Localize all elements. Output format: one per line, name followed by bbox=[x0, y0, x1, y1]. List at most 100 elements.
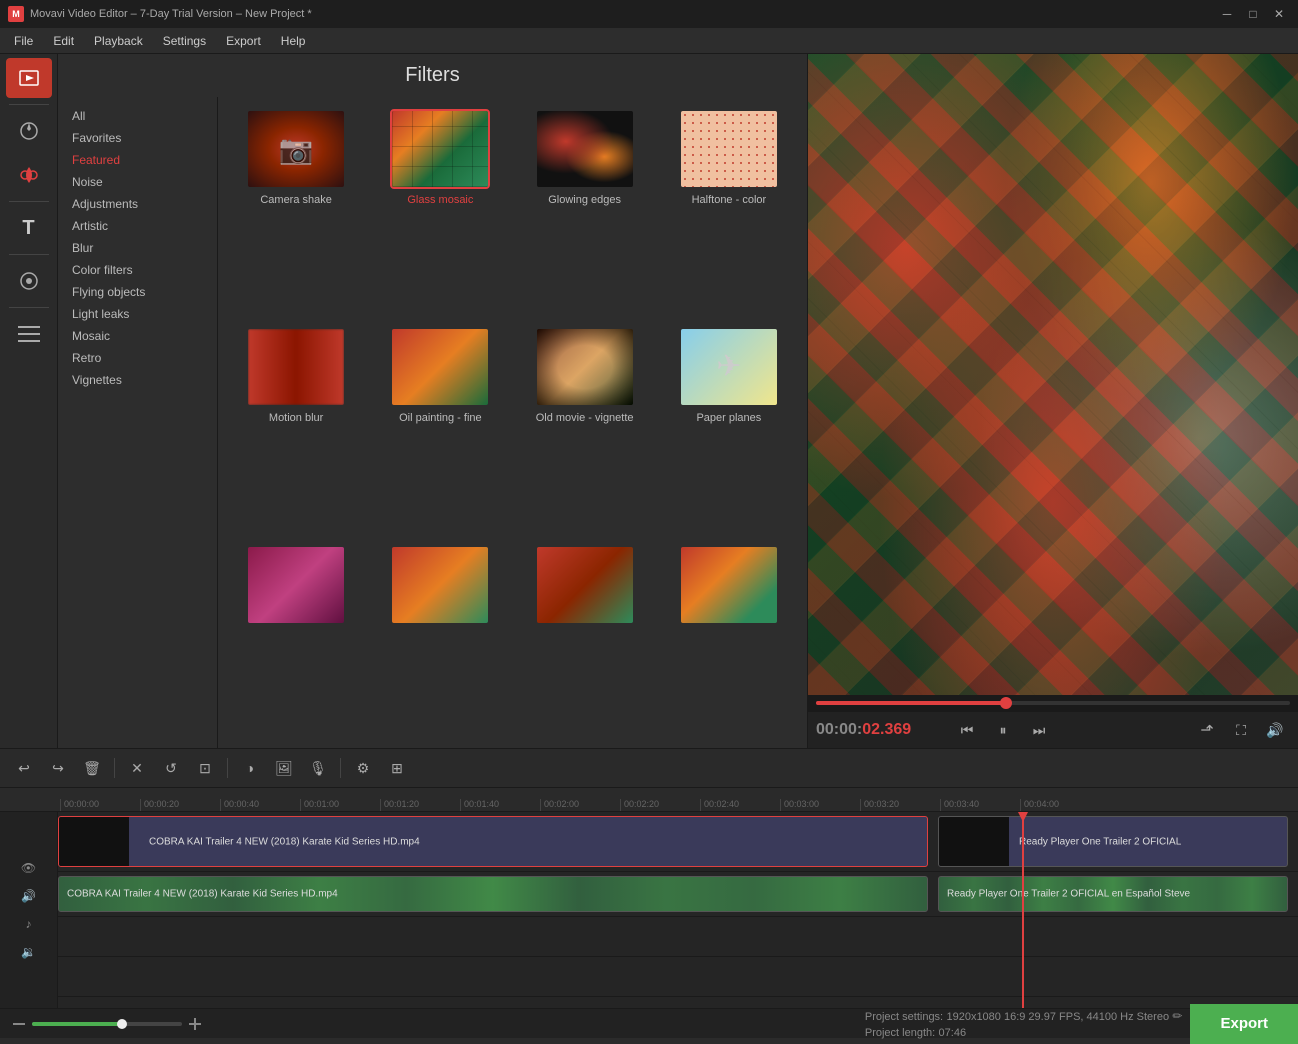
category-adjustments[interactable]: Adjustments bbox=[58, 193, 217, 215]
video-clip-1[interactable]: COBRA KAI Trailer 4 NEW (2018) Karate Ki… bbox=[58, 816, 928, 867]
tool-effects[interactable] bbox=[6, 111, 52, 151]
project-settings-value: 1920x1080 16:9 29.97 FPS, 44100 Hz Stere… bbox=[946, 1011, 1169, 1023]
filter-camera-shake[interactable]: 📷 Camera shake bbox=[226, 105, 366, 319]
settings-button[interactable]: ⚙ bbox=[347, 753, 379, 783]
filter-row3-4[interactable] bbox=[659, 541, 799, 740]
menu-help[interactable]: Help bbox=[271, 31, 316, 51]
close-button[interactable]: ✕ bbox=[1268, 3, 1290, 25]
undo-button[interactable]: ↩ bbox=[8, 753, 40, 783]
project-length-label: Project length: bbox=[865, 1027, 935, 1039]
scale-thumb[interactable] bbox=[117, 1019, 127, 1029]
video-clip-2-label: Ready Player One Trailer 2 OFICIAL bbox=[1019, 836, 1181, 847]
timeline-audio-button[interactable]: 🔊 bbox=[17, 886, 41, 906]
skip-back-button[interactable]: ⏮ bbox=[952, 716, 982, 744]
tool-transitions[interactable] bbox=[6, 261, 52, 301]
redo-button[interactable]: ↪ bbox=[42, 753, 74, 783]
category-featured[interactable]: Featured bbox=[58, 149, 217, 171]
audio-clip-2[interactable]: Ready Player One Trailer 2 OFICIAL en Es… bbox=[938, 876, 1288, 912]
delete-button[interactable]: 🗑 bbox=[76, 753, 108, 783]
settings-edit-icon[interactable]: ✏ bbox=[1172, 1009, 1182, 1023]
timeline-vol-button[interactable]: 🔉 bbox=[17, 942, 41, 962]
pause-button[interactable]: ⏸ bbox=[988, 716, 1018, 744]
progress-bar-track[interactable] bbox=[816, 701, 1290, 705]
export-video-button[interactable]: ⬏ bbox=[1192, 716, 1222, 744]
menu-edit[interactable]: Edit bbox=[43, 31, 84, 51]
cut-button[interactable]: ✕ bbox=[121, 753, 153, 783]
audio-clip-2-label: Ready Player One Trailer 2 OFICIAL en Es… bbox=[947, 889, 1190, 900]
filter-row3-2[interactable] bbox=[370, 541, 510, 740]
fullscreen-button[interactable]: ⛶ bbox=[1226, 716, 1256, 744]
project-length-row: Project length: 07:46 bbox=[865, 1025, 1183, 1039]
preview-panel: 00:00:02.369 ⏮ ⏸ ⏭ ⬏ ⛶ 🔊 bbox=[808, 54, 1298, 748]
tool-media[interactable] bbox=[6, 58, 52, 98]
scale-controls bbox=[12, 1017, 202, 1031]
export-button[interactable]: Export bbox=[1190, 1004, 1298, 1044]
maximize-button[interactable]: □ bbox=[1242, 3, 1264, 25]
category-color-filters[interactable]: Color filters bbox=[58, 259, 217, 281]
progress-handle[interactable] bbox=[1000, 697, 1012, 709]
project-settings-label: Project settings: bbox=[865, 1011, 943, 1023]
time-ms: 02.369 bbox=[862, 721, 911, 738]
tool-text[interactable]: T bbox=[6, 208, 52, 248]
timeline-music-button[interactable]: ♪ bbox=[17, 914, 41, 934]
timeline: 00:00:00 00:00:20 00:00:40 00:01:00 00:0… bbox=[0, 788, 1298, 1008]
category-vignettes[interactable]: Vignettes bbox=[58, 369, 217, 391]
category-all[interactable]: All bbox=[58, 105, 217, 127]
audio-clip-1[interactable]: COBRA KAI Trailer 4 NEW (2018) Karate Ki… bbox=[58, 876, 928, 912]
color-button[interactable]: ◑ bbox=[234, 753, 266, 783]
volume-button[interactable]: 🔊 bbox=[1260, 716, 1290, 744]
filter-motion-blur[interactable]: Motion blur bbox=[226, 323, 366, 537]
category-light-leaks[interactable]: Light leaks bbox=[58, 303, 217, 325]
audio-filter-button[interactable]: ⊞ bbox=[381, 753, 413, 783]
image-button[interactable]: 🖼 bbox=[268, 753, 300, 783]
timeline-eye-button[interactable]: 👁 bbox=[17, 858, 41, 878]
tool-menu[interactable] bbox=[6, 314, 52, 354]
ruler-mark-4: 00:01:20 bbox=[380, 799, 460, 811]
ruler-mark-2: 00:00:40 bbox=[220, 799, 300, 811]
timeline-tracks: COBRA KAI Trailer 4 NEW (2018) Karate Ki… bbox=[58, 812, 1298, 1008]
video-clip-2[interactable]: Ready Player One Trailer 2 OFICIAL bbox=[938, 816, 1288, 867]
menu-file[interactable]: File bbox=[4, 31, 43, 51]
filter-row3-1[interactable] bbox=[226, 541, 366, 740]
time-display: 00:00:02.369 bbox=[816, 721, 946, 739]
category-retro[interactable]: Retro bbox=[58, 347, 217, 369]
ruler-mark-6: 00:02:00 bbox=[540, 799, 620, 811]
toolbar-separator-1 bbox=[114, 758, 115, 778]
tool-divider-4 bbox=[9, 307, 49, 308]
filter-glowing-edges[interactable]: Glowing edges bbox=[515, 105, 655, 319]
filter-grid: 📷 Camera shake Glass mosaic bbox=[218, 97, 807, 748]
tool-filters[interactable] bbox=[6, 155, 52, 195]
audio-track-row: COBRA KAI Trailer 4 NEW (2018) Karate Ki… bbox=[58, 872, 1298, 917]
category-noise[interactable]: Noise bbox=[58, 171, 217, 193]
filter-thumb-glass-mosaic bbox=[390, 109, 490, 189]
filter-thumb-paper-planes: ✈ bbox=[679, 327, 779, 407]
menu-settings[interactable]: Settings bbox=[153, 31, 216, 51]
ruler-mark-10: 00:03:20 bbox=[860, 799, 940, 811]
skip-forward-button[interactable]: ⏭ bbox=[1024, 716, 1054, 744]
category-favorites[interactable]: Favorites bbox=[58, 127, 217, 149]
filter-grid-area: ◀ 📷 Camera shake bbox=[218, 97, 807, 748]
filter-paper-planes[interactable]: ✈ Paper planes bbox=[659, 323, 799, 537]
toolbar: ↩ ↪ 🗑 ✕ ↺ ⊡ ◑ 🖼 🎙 ⚙ ⊞ bbox=[0, 748, 1298, 788]
menu-export[interactable]: Export bbox=[216, 31, 271, 51]
category-artistic[interactable]: Artistic bbox=[58, 215, 217, 237]
audio-button[interactable]: 🎙 bbox=[302, 753, 334, 783]
playhead[interactable] bbox=[1022, 812, 1024, 1008]
minimize-button[interactable]: ─ bbox=[1216, 3, 1238, 25]
filter-oil-painting[interactable]: Oil painting - fine bbox=[370, 323, 510, 537]
category-flying-objects[interactable]: Flying objects bbox=[58, 281, 217, 303]
filter-label-halftone: Halftone - color bbox=[692, 193, 767, 207]
rotate-button[interactable]: ↺ bbox=[155, 753, 187, 783]
scale-min-icon bbox=[12, 1017, 26, 1031]
category-blur[interactable]: Blur bbox=[58, 237, 217, 259]
crop-button[interactable]: ⊡ bbox=[189, 753, 221, 783]
filter-glass-mosaic[interactable]: Glass mosaic bbox=[370, 105, 510, 319]
menu-playback[interactable]: Playback bbox=[84, 31, 153, 51]
scale-track[interactable] bbox=[32, 1022, 182, 1026]
filter-halftone[interactable]: Halftone - color bbox=[659, 105, 799, 319]
statusbar: Project settings: 1920x1080 16:9 29.97 F… bbox=[0, 1008, 1298, 1038]
category-mosaic[interactable]: Mosaic bbox=[58, 325, 217, 347]
preview-background bbox=[808, 54, 1298, 695]
filter-old-movie[interactable]: Old movie - vignette bbox=[515, 323, 655, 537]
filter-row3-3[interactable] bbox=[515, 541, 655, 740]
